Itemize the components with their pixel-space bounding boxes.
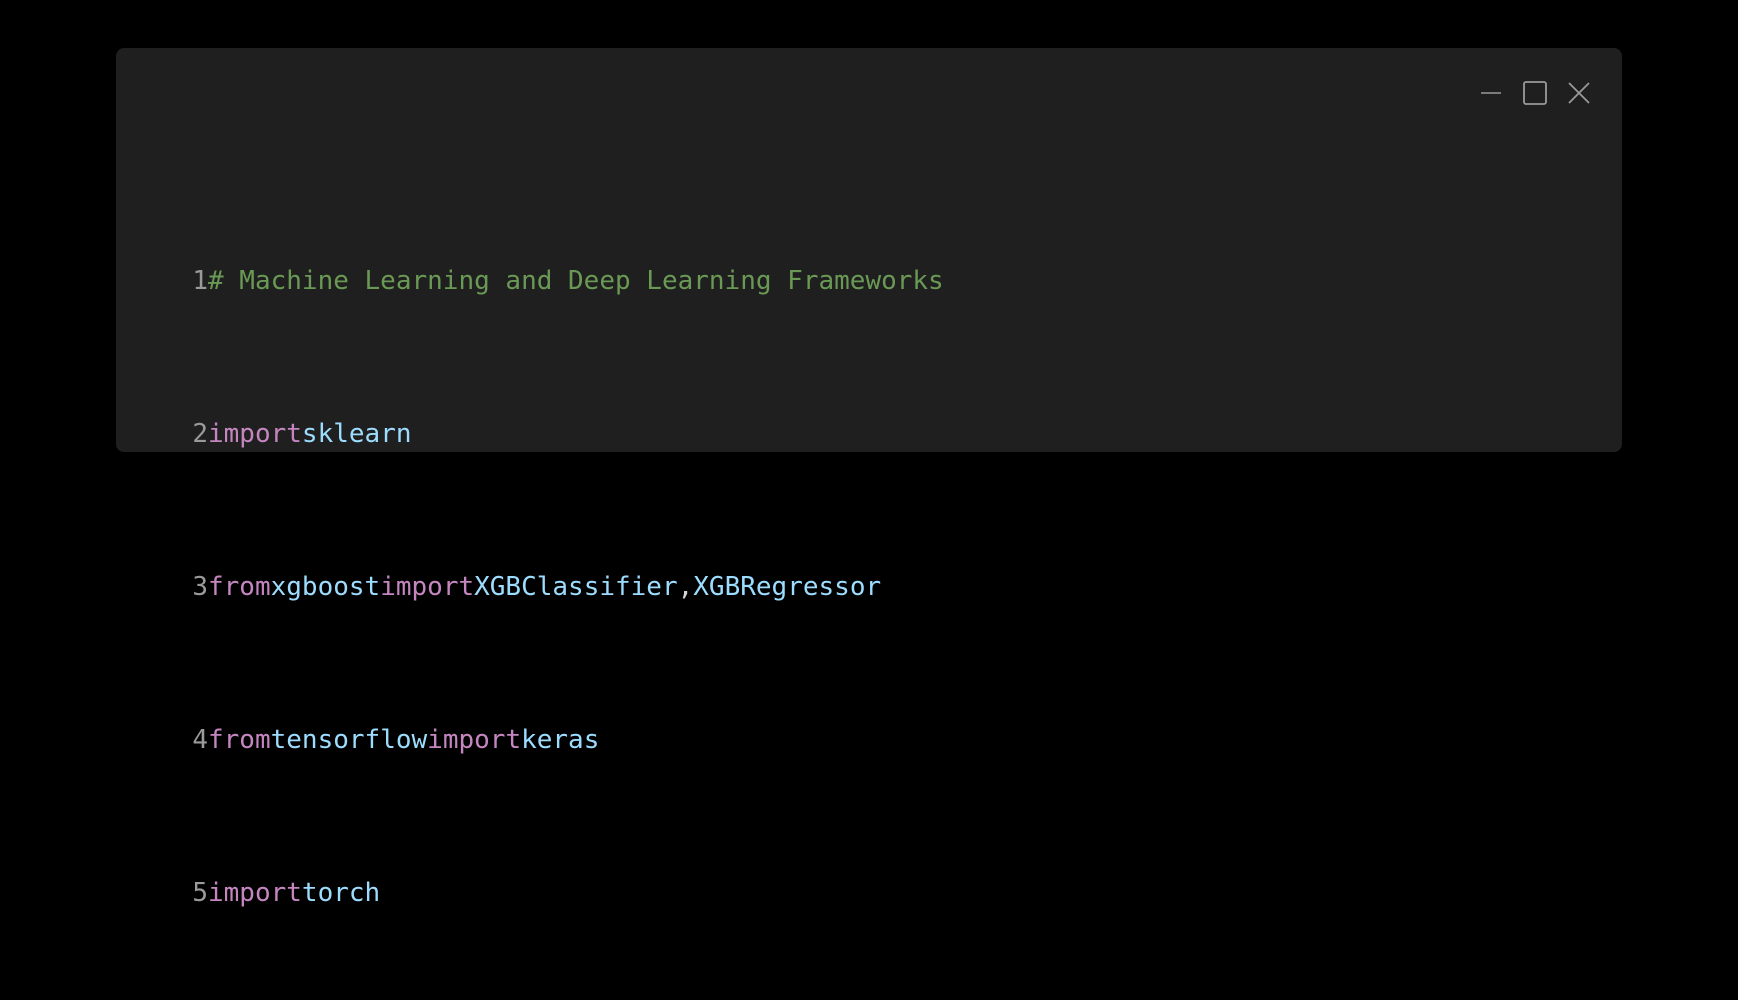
keyword: import [427, 725, 522, 755]
line-number: 1 [192, 266, 208, 296]
code-window: 1 # Machine Learning and Deep Learning F… [116, 48, 1622, 908]
separator: , [677, 572, 694, 602]
imported-name: XGBClassifier [474, 572, 678, 602]
module-name: torch [301, 878, 381, 908]
keyword: from [208, 725, 271, 755]
code-comment: # Machine Learning and Deep Learning Fra… [208, 266, 944, 296]
code-line-5: 5 import torch [172, 868, 944, 919]
line-number: 4 [192, 725, 208, 755]
imported-name: keras [521, 725, 600, 755]
window-controls [1476, 78, 1594, 108]
line-number: 2 [192, 419, 208, 449]
maximize-icon[interactable] [1520, 78, 1550, 108]
line-number: 3 [192, 572, 208, 602]
code-line-4: 4 from tensorflow import keras [172, 715, 944, 766]
keyword: import [208, 878, 302, 908]
minimize-icon[interactable] [1476, 78, 1506, 108]
code-line-3: 3 from xgboost import XGBClassifier, XGB… [172, 562, 944, 613]
close-icon[interactable] [1564, 78, 1594, 108]
module-name: tensorflow [270, 725, 428, 755]
code-line-2: 2 import sklearn [172, 409, 944, 460]
module-name: sklearn [301, 419, 412, 449]
code-line-1: 1 # Machine Learning and Deep Learning F… [172, 256, 944, 307]
imported-name: XGBRegressor [693, 572, 882, 602]
keyword: import [208, 419, 302, 449]
module-name: xgboost [270, 572, 381, 602]
line-number: 5 [192, 878, 208, 908]
keyword: from [208, 572, 271, 602]
code-block: 1 # Machine Learning and Deep Learning F… [172, 154, 944, 1000]
keyword: import [380, 572, 475, 602]
